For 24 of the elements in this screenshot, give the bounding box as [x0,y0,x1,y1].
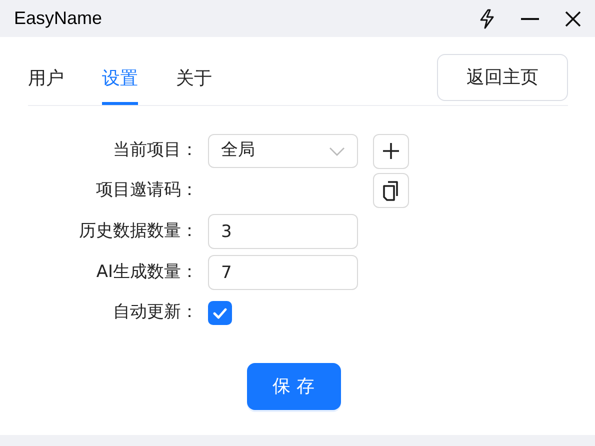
add-button[interactable] [373,134,409,168]
field-label: 项目邀请码： [95,178,198,202]
check-icon [213,308,227,318]
field-label: 自动更新： [112,301,198,324]
field-label: 历史数据数量： [78,220,198,243]
chevron-down-icon [329,146,345,156]
tab[interactable]: 关于 [176,65,212,105]
copy-button[interactable] [373,173,409,208]
plus-icon [382,142,400,160]
home-button[interactable]: 返回主页 [437,54,568,101]
close-icon[interactable] [565,10,581,26]
field-label: AI生成数量： [95,260,198,284]
number-field[interactable]: 3 [208,214,358,249]
tab[interactable]: 设置 [102,65,138,105]
copy-icon [383,180,399,200]
project-select[interactable]: 全局 [208,134,358,168]
lightning-icon[interactable] [479,8,495,28]
minimize-icon[interactable] [521,16,539,20]
field-label: 当前项目： [112,139,198,162]
save-button[interactable]: 保 存 [246,363,340,410]
tab[interactable]: 用户 [28,65,64,105]
checkbox[interactable] [208,301,232,325]
number-field[interactable]: 7 [208,255,358,290]
window-title: EasyName [14,7,102,30]
